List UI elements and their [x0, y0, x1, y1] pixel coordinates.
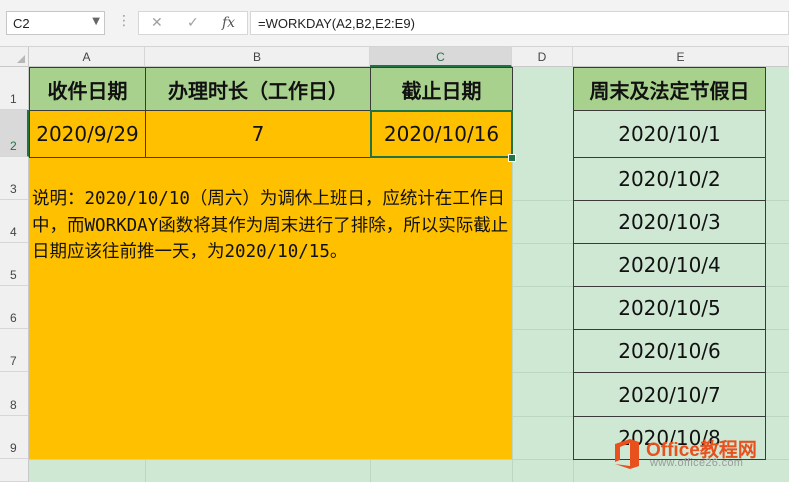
- select-all-button[interactable]: [0, 47, 29, 67]
- formula-buttons: ✕ ✓ fx: [138, 11, 248, 35]
- row-number: 8: [10, 398, 17, 412]
- note-cell[interactable]: 说明：2020/10/10（周六）为调休上班日，应统计在工作日中，而WORKDA…: [29, 157, 512, 459]
- row-number: 1: [10, 92, 17, 106]
- row-header-3[interactable]: 3: [0, 157, 29, 200]
- cell-b1[interactable]: 办理时长（工作日）: [145, 67, 371, 111]
- column-header-e[interactable]: E: [573, 47, 789, 67]
- cell-c1[interactable]: 截止日期: [370, 67, 513, 111]
- formula-text: =WORKDAY(A2,B2,E2:E9): [258, 16, 415, 31]
- cell-e7[interactable]: 2020/10/6: [573, 329, 766, 373]
- column-header-a[interactable]: A: [29, 47, 145, 67]
- cell-e4[interactable]: 2020/10/3: [573, 200, 766, 244]
- row-number: 5: [10, 268, 17, 282]
- column-header-c[interactable]: C: [370, 47, 512, 67]
- cell-a2[interactable]: 2020/9/29: [29, 110, 146, 158]
- name-box-value: C2: [13, 16, 30, 31]
- row-header-8[interactable]: 8: [0, 372, 29, 416]
- note-text: 说明：2020/10/10（周六）为调休上班日，应统计在工作日中，而WORKDA…: [32, 189, 509, 262]
- row-number: 2: [10, 139, 17, 153]
- more-options-icon[interactable]: ⋮: [117, 13, 131, 29]
- row-number: 7: [10, 354, 17, 368]
- row-header-1[interactable]: 1: [0, 67, 29, 110]
- row-header-4[interactable]: 4: [0, 200, 29, 243]
- cell-a1[interactable]: 收件日期: [29, 67, 146, 111]
- fill-handle[interactable]: [508, 154, 516, 162]
- formula-bar: C2 ▼ ⋮ ✕ ✓ fx =WORKDAY(A2,B2,E2:E9): [0, 0, 789, 47]
- row-header-6[interactable]: 6: [0, 286, 29, 329]
- row-number: 6: [10, 311, 17, 325]
- row-number: 4: [10, 225, 17, 239]
- cancel-icon[interactable]: ✕: [151, 15, 163, 31]
- row-number: 9: [10, 441, 17, 455]
- column-header-d[interactable]: D: [512, 47, 573, 67]
- row-number: 3: [10, 182, 17, 196]
- cell-b2[interactable]: 7: [145, 110, 371, 158]
- row-header-10[interactable]: [0, 459, 29, 482]
- cell-e8[interactable]: 2020/10/7: [573, 372, 766, 417]
- row-header-2[interactable]: 2: [0, 110, 29, 157]
- enter-icon[interactable]: ✓: [187, 15, 199, 31]
- column-header-b[interactable]: B: [145, 47, 370, 67]
- chevron-down-icon[interactable]: ▼: [92, 16, 100, 27]
- cell-e6[interactable]: 2020/10/5: [573, 286, 766, 330]
- row-header-9[interactable]: 9: [0, 416, 29, 459]
- cell-e5[interactable]: 2020/10/4: [573, 243, 766, 287]
- office-logo-icon: [615, 439, 639, 469]
- cell-e3[interactable]: 2020/10/2: [573, 157, 766, 201]
- row-header-5[interactable]: 5: [0, 243, 29, 286]
- cell-c2[interactable]: 2020/10/16: [370, 110, 513, 158]
- watermark-url: www.office26.com: [650, 457, 744, 469]
- name-box[interactable]: C2 ▼: [6, 11, 105, 35]
- row-header-7[interactable]: 7: [0, 329, 29, 372]
- cell-e1[interactable]: 周末及法定节假日: [573, 67, 766, 111]
- formula-input[interactable]: =WORKDAY(A2,B2,E2:E9): [250, 11, 789, 35]
- insert-function-icon[interactable]: fx: [222, 15, 235, 31]
- watermark: Office教程网 www.office26.com: [612, 436, 787, 472]
- cell-e2[interactable]: 2020/10/1: [573, 110, 766, 158]
